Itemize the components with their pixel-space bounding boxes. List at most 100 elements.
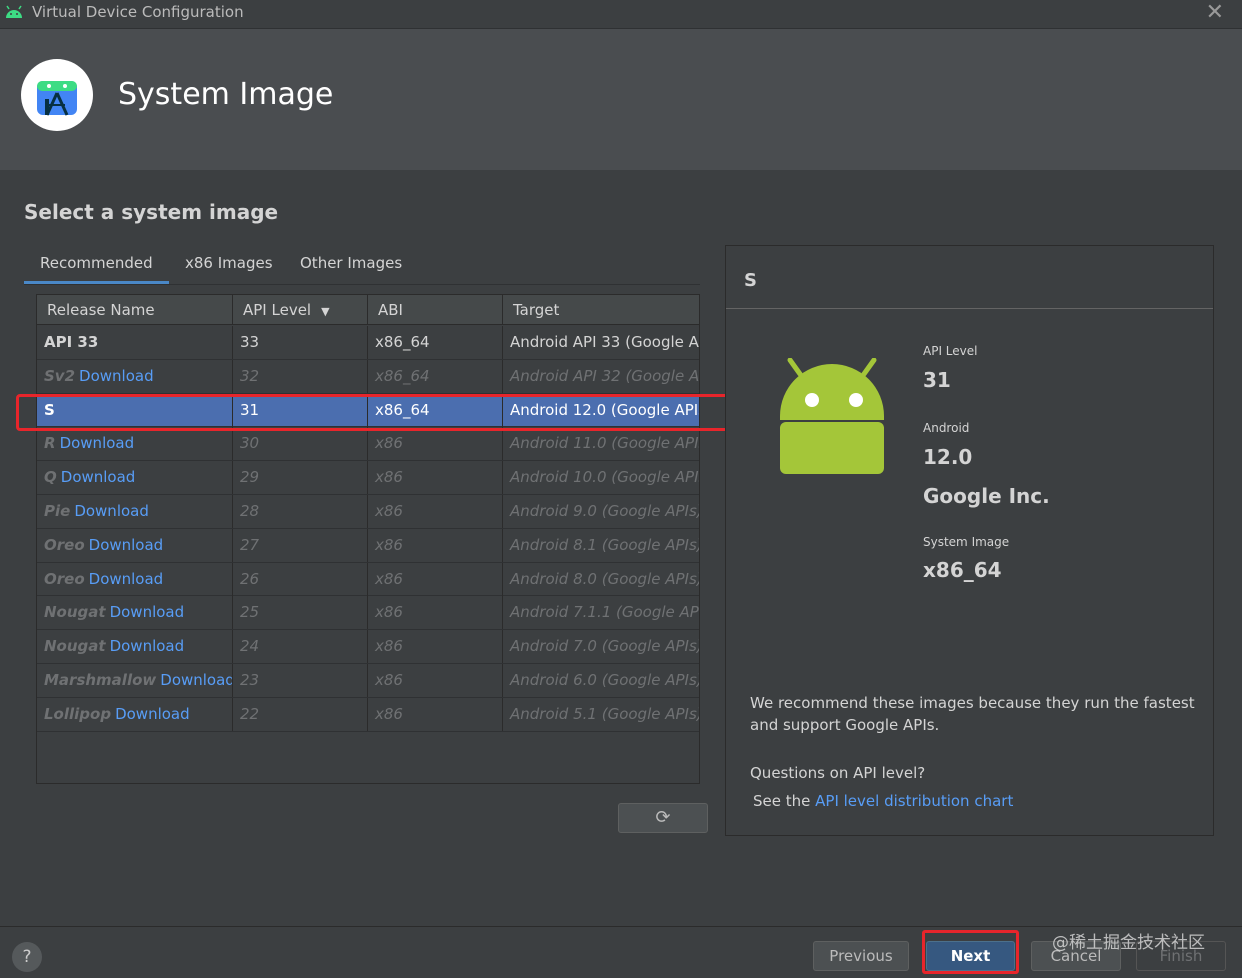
api-level-cell: 30 — [233, 427, 368, 461]
close-icon[interactable]: ✕ — [1206, 0, 1224, 25]
abi-cell: x86 — [368, 663, 503, 697]
release-name-cell: API 33 — [37, 326, 233, 359]
release-name-cell: Oreo Download — [37, 528, 233, 562]
api-level-cell: 33 — [233, 326, 368, 359]
abi-cell: x86_64 — [368, 393, 503, 427]
release-name: Q — [44, 468, 57, 487]
table-row[interactable]: Nougat Download 25 x86 Android 7.1.1 (Google… — [37, 596, 699, 631]
page-title: System Image — [118, 77, 334, 112]
section-title: Select a system image — [24, 200, 279, 224]
release-name: Oreo — [44, 569, 85, 588]
table-row[interactable]: Q Download 29 x86 Android 10.0 (Google APIs) — [37, 461, 700, 495]
release-name: Lollipop — [44, 704, 112, 723]
previous-button[interactable]: Previous — [813, 941, 909, 971]
api-question-text: Questions on API level? — [750, 764, 926, 782]
release-name-cell: S — [37, 393, 233, 427]
tab-recommended[interactable]: Recommended — [24, 254, 169, 284]
api-distribution-link[interactable]: API level distribution chart — [815, 792, 1013, 810]
target-cell: Android 8.1 (Google APIs) — [510, 535, 700, 554]
abi-cell: x86 — [368, 697, 503, 731]
download-link[interactable]: Download — [110, 637, 185, 655]
table-row[interactable]: Oreo Download 26 x86 Android 8.0 (Google API… — [37, 562, 699, 597]
target-cell: Android 6.0 (Google APIs) — [510, 670, 700, 689]
table-row[interactable]: Nougat Download 24 x86 Android 7.0 (Google A… — [37, 630, 700, 664]
table-row[interactable]: Lollipop Download 22 x86 Android 5.1 (Google… — [37, 697, 700, 732]
android-version-value: 12.0 — [923, 445, 973, 469]
abi-cell: x86_64 — [368, 359, 503, 393]
vendor-value: Google Inc. — [923, 484, 1050, 508]
abi-cell: x86 — [368, 562, 503, 596]
details-divider — [726, 308, 1213, 309]
image-tabs: Recommended x86 Images Other Images — [24, 250, 700, 286]
abi-cell: x86 — [368, 630, 503, 664]
target-cell: Android API 32 (Google APIs) — [510, 366, 700, 385]
next-button[interactable]: Next — [926, 941, 1015, 971]
table-row[interactable]: API 33 33x86_64 Android API 33 (Google API… — [37, 326, 699, 360]
release-name: S — [44, 400, 55, 419]
table-row[interactable]: Pie Download 28 x86 Android 9.0 (Google APIs… — [37, 494, 700, 529]
api-level-cell: 31 — [233, 393, 368, 427]
api-level-value: 31 — [923, 368, 951, 392]
target-cell: Android 7.0 (Google APIs) — [510, 637, 700, 656]
download-link[interactable]: Download — [89, 570, 164, 588]
release-name-cell: Sv2 Download — [37, 359, 233, 393]
column-label: Target — [513, 301, 560, 319]
release-name: Nougat — [44, 637, 106, 656]
tab-other-images[interactable]: Other Images — [300, 254, 402, 272]
api-level-cell: 26 — [233, 562, 368, 596]
wizard-header: System Image — [0, 28, 1242, 170]
api-level-cell: 28 — [233, 494, 368, 528]
download-link[interactable]: Download — [110, 603, 185, 621]
release-name: Oreo — [44, 535, 85, 554]
column-abi[interactable]: ABI — [368, 295, 503, 325]
download-link[interactable]: Download — [89, 536, 164, 554]
download-link[interactable]: Download — [74, 502, 149, 520]
system-image-table: Release Name API Level ▼ ABI Target API 3… — [36, 294, 700, 784]
release-name: Marshmallow — [44, 670, 157, 689]
target-cell: Android 5.1 (Google APIs) — [510, 704, 700, 723]
release-name: Nougat — [44, 603, 106, 622]
release-name: API 33 — [44, 333, 99, 351]
column-api-level[interactable]: API Level ▼ — [233, 295, 368, 325]
target-cell: Android 10.0 (Google APIs) — [510, 468, 700, 487]
api-level-cell: 29 — [233, 461, 368, 495]
table-row[interactable]: Sv2 Download 32 x86_64 Android API 32 (Googl… — [37, 359, 700, 394]
download-link[interactable]: Download — [115, 705, 190, 723]
table-row[interactable]: R Download 30 x86 Android 11.0 (Google APIs) — [37, 427, 699, 462]
tab-x86-images[interactable]: x86 Images — [185, 254, 273, 272]
target-cell: Android API 33 (Google APIs) — [510, 333, 699, 351]
column-release-name[interactable]: Release Name — [37, 295, 233, 325]
android-studio-logo — [21, 59, 93, 131]
download-link[interactable]: Download — [61, 468, 136, 486]
release-name-cell: Marshmallow Download — [37, 663, 233, 697]
api-level-cell: 23 — [233, 663, 368, 697]
table-body: API 3333x86_64Android API 33 (Google API… — [37, 326, 700, 732]
api-level-cell: 27 — [233, 528, 368, 562]
system-image-label: System Image — [923, 535, 1010, 549]
android-robot-icon — [776, 357, 888, 482]
table-row[interactable]: S 31 x86_64 Android 12.0 (Google APIs) — [37, 393, 699, 428]
android-label: Android — [923, 421, 970, 435]
release-name-cell: Oreo Download — [37, 562, 233, 596]
refresh-button[interactable]: ⟳ — [618, 803, 708, 833]
system-image-value: x86_64 — [923, 558, 1002, 582]
column-target[interactable]: Target — [503, 295, 699, 325]
download-link[interactable]: Download — [160, 671, 232, 689]
download-link[interactable]: Download — [60, 434, 135, 452]
release-name-cell: Nougat Download — [37, 596, 233, 630]
title-bar: Virtual Device Configuration ✕ — [0, 0, 1242, 28]
target-cell: Android 9.0 (Google APIs) — [510, 501, 700, 520]
tabs-divider — [24, 284, 700, 285]
table-row[interactable]: Marshmallow Download 23 x86 Android 6.0 (Goo… — [37, 663, 700, 698]
release-name-cell: Q Download — [37, 461, 233, 495]
watermark: @稀土掘金技术社区 — [1052, 933, 1205, 953]
help-icon[interactable]: ? — [12, 942, 42, 972]
table-row[interactable]: Oreo Download 27 x86 Android 8.1 (Google API… — [37, 528, 700, 563]
api-level-cell: 22 — [233, 697, 368, 731]
footer-divider — [0, 926, 1242, 927]
abi-cell: x86_64 — [368, 326, 503, 359]
android-studio-icon — [4, 4, 24, 23]
column-label: ABI — [378, 301, 403, 319]
download-link[interactable]: Download — [79, 367, 154, 385]
abi-cell: x86 — [368, 461, 503, 495]
